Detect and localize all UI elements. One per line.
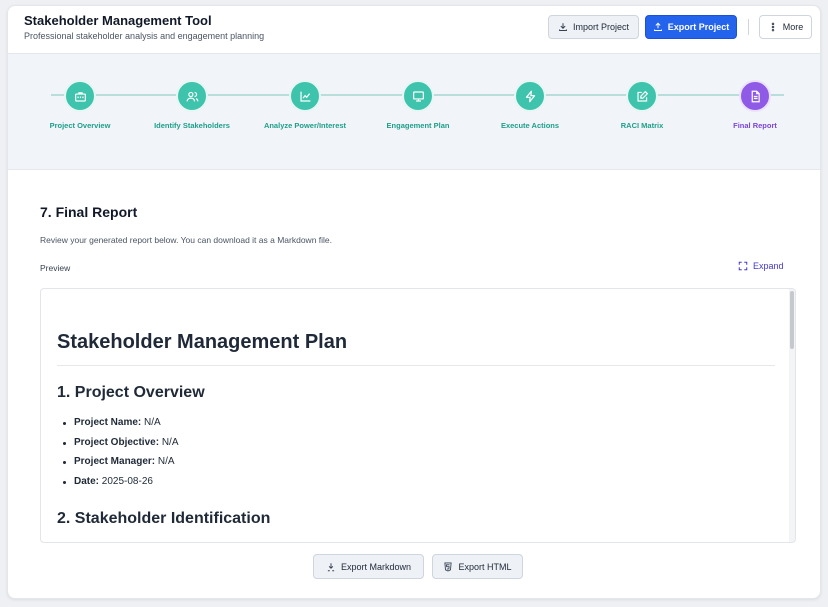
report-section-heading: 1. Project Overview [57,384,205,401]
step-label: Analyze Power/Interest [263,121,347,130]
list-item: Project Manager: N/A [63,456,178,476]
step-circle [176,80,208,112]
step-circle [626,80,658,112]
chart-icon [299,91,310,102]
step-raci-matrix[interactable]: RACI Matrix [597,80,687,131]
item-key: Project Manager: [74,456,156,468]
document-icon [751,90,760,102]
step-label: Identify Stakeholders [154,121,230,130]
progress-stepper: Project Overview Identify Stakeholders A… [8,54,820,170]
step-label: Execute Actions [500,121,560,130]
list-item: Date: 2025-08-26 [63,476,178,496]
step-circle [64,80,96,112]
item-value: 2025-08-26 [101,476,153,488]
download-icon [559,23,567,31]
import-project-label: Import Project [572,22,630,32]
edit-icon [636,90,648,102]
section-title: 7. Final Report [40,204,138,220]
upload-icon [653,22,662,31]
step-label: Project Overview [49,121,111,130]
more-button[interactable]: More [759,15,812,39]
expand-icon [738,261,748,271]
item-key: Project Objective: [74,436,160,448]
project-overview-list: Project Name: N/A Project Objective: N/A… [63,417,178,496]
step-label: Engagement Plan [386,121,450,130]
app-header: Stakeholder Management Tool Professional… [8,6,820,54]
step-circle [289,80,321,112]
step-label: Final Report [733,121,777,130]
import-project-button[interactable]: Import Project [548,15,639,39]
list-item: Project Objective: N/A [63,437,178,457]
report-preview[interactable]: Stakeholder Management Plan 1. Project O… [40,288,796,543]
step-final-report[interactable]: Final Report [710,80,800,131]
more-label: More [782,22,804,32]
step-label: RACI Matrix [620,121,664,130]
item-value: N/A [161,436,179,448]
step-circle [739,80,771,112]
expand-button[interactable]: Expand [738,261,784,271]
more-vertical-icon [771,22,774,32]
markdown-icon [327,562,335,571]
step-analyze-power-interest[interactable]: Analyze Power/Interest [260,80,350,131]
step-project-overview[interactable]: Project Overview [35,80,125,131]
header-divider [748,19,749,35]
step-identify-stakeholders[interactable]: Identify Stakeholders [147,80,237,131]
html-icon [444,562,453,572]
users-icon [186,91,198,101]
list-item: Project Name: N/A [63,417,178,437]
app-subtitle: Professional stakeholder analysis and en… [24,31,265,41]
step-engagement-plan[interactable]: Engagement Plan [373,80,463,131]
briefcase-icon [74,91,86,102]
export-html-label: Export HTML [458,561,512,572]
step-execute-actions[interactable]: Execute Actions [485,80,575,131]
report-section-heading: 2. Stakeholder Identification [57,510,271,527]
item-key: Project Name: [74,417,142,428]
app-card: Stakeholder Management Tool Professional… [7,5,821,599]
item-value: N/A [144,417,161,428]
monitor-icon [412,90,424,102]
step-circle [402,80,434,112]
item-value: N/A [157,456,175,468]
item-key: Date: [74,476,100,488]
export-html-button[interactable]: Export HTML [432,554,523,579]
app-title: Stakeholder Management Tool [24,13,212,28]
export-markdown-label: Export Markdown [340,561,412,572]
preview-label: Preview [40,263,71,273]
lightning-icon [525,90,535,102]
export-markdown-button[interactable]: Export Markdown [313,554,424,579]
step-circle [514,80,546,112]
preview-scrollbar[interactable] [789,289,795,542]
export-project-label: Export Project [667,22,730,32]
export-project-button[interactable]: Export Project [645,15,737,39]
expand-label: Expand [753,261,784,271]
section-description: Review your generated report below. You … [40,235,333,245]
scrollbar-thumb[interactable] [790,291,794,349]
report-heading: Stakeholder Management Plan [57,331,348,353]
report-heading-rule [57,365,775,366]
